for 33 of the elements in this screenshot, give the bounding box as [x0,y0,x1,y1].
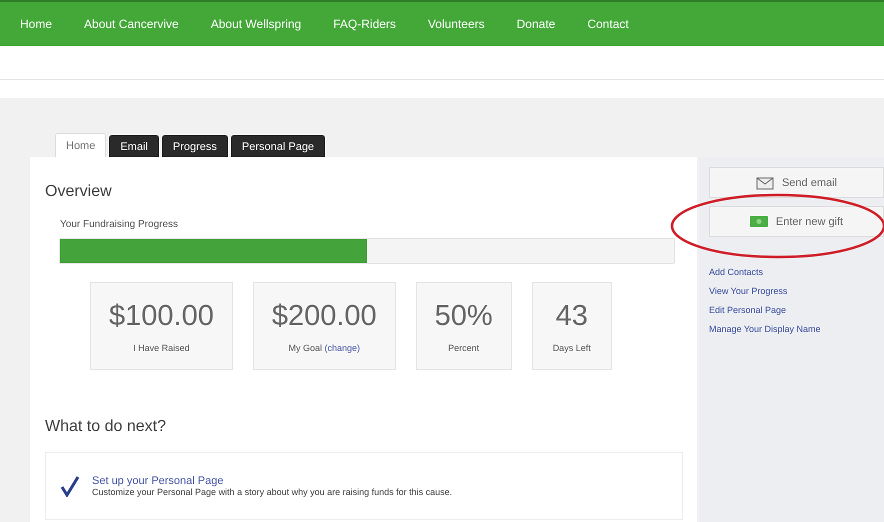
nav-link[interactable]: About Wellspring [210,17,302,31]
sidebar-link[interactable]: Edit Personal Page [709,305,884,315]
sidebar-link[interactable]: Add Contacts [709,267,884,277]
task-description: Customize your Personal Page with a story about why you are raising funds for this cause. [92,487,452,497]
change-link[interactable]: (change) [324,342,360,352]
nav-link[interactable]: Contact [587,17,629,31]
task-link[interactable]: Set up your Personal Page [92,475,452,487]
tab[interactable]: Progress [162,135,228,157]
money-icon [750,216,768,227]
enter-gift-button[interactable]: Enter new gift [709,206,884,237]
nav-link[interactable]: Home [20,17,52,31]
stat-label: I Have Raised [133,342,190,352]
nav-link[interactable]: Donate [516,17,556,31]
nav-link[interactable]: Volunteers [428,17,485,31]
stat-value: 50% [434,300,493,332]
stat-label: Percent [448,342,480,352]
send-email-button[interactable]: Send email [709,167,884,198]
nav-link[interactable]: About Cancervive [84,17,179,31]
nav-link[interactable]: FAQ-Riders [333,17,396,31]
tab[interactable]: Email [109,135,159,157]
section-heading: What to do next? [45,418,167,436]
stat-value: $100.00 [109,300,214,332]
stat-value: $200.00 [272,300,377,332]
tab[interactable]: Personal Page [230,135,326,157]
progress-label: Your Fundraising Progress [60,219,180,230]
tab[interactable]: Home [55,133,106,157]
section-heading: Overview [45,183,113,201]
sidebar-link[interactable]: Manage Your Display Name [709,324,884,334]
stat-label: Days Left [552,342,591,352]
stat-value: 43 [556,300,588,332]
sidebar-link[interactable]: View Your Progress [709,286,884,296]
stat-label: My Goal (change) [288,342,360,352]
envelope-icon [756,176,774,190]
